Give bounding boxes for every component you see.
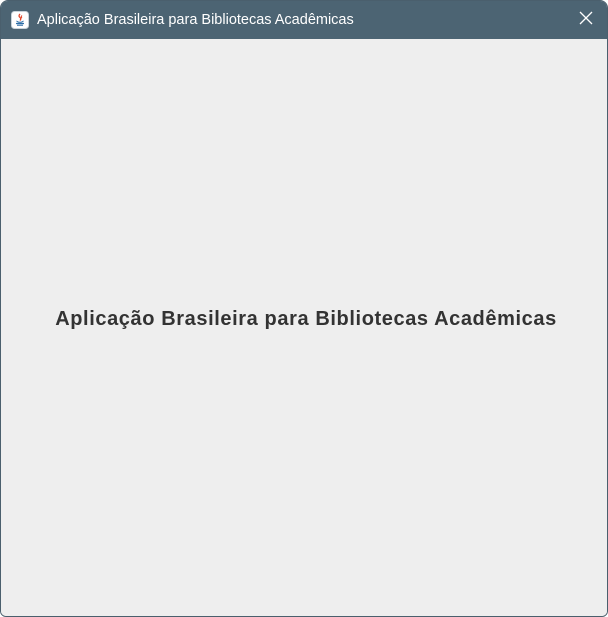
close-button[interactable] <box>565 1 607 39</box>
content-pane: Aplicação Brasileira para Bibliotecas Ac… <box>1 39 607 616</box>
app-heading: Aplicação Brasileira para Bibliotecas Ac… <box>55 307 557 330</box>
close-icon <box>579 11 593 30</box>
window-title: Aplicação Brasileira para Bibliotecas Ac… <box>37 12 354 28</box>
java-icon <box>11 11 29 29</box>
title-bar[interactable]: Aplicação Brasileira para Bibliotecas Ac… <box>1 1 607 39</box>
application-window: Aplicação Brasileira para Bibliotecas Ac… <box>0 0 608 617</box>
